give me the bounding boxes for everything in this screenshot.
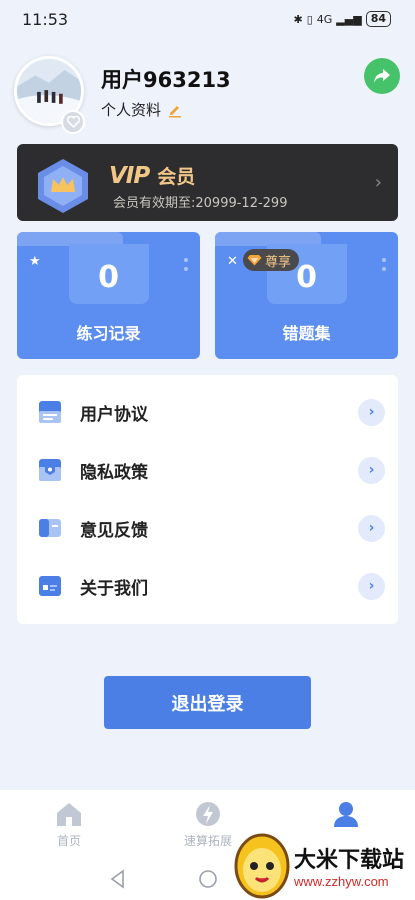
- mascot-logo-icon: [234, 833, 290, 899]
- wrong-label: 错题集: [282, 324, 331, 343]
- shield-icon: [39, 459, 61, 481]
- status-time: 11:53: [22, 10, 69, 29]
- wrong-questions-card[interactable]: ✕ 尊享 0 错题集: [215, 232, 398, 359]
- lightning-icon: [196, 802, 220, 826]
- heart-badge-icon: [61, 110, 85, 134]
- vip-expire-date: 会员有效期至:20999-12-299: [113, 196, 288, 211]
- status-bar: 11:53 ✱ ▯ 4G ▂▄▆ 84: [0, 0, 415, 40]
- wrong-count: 0: [296, 260, 317, 295]
- menu-item-privacy-policy[interactable]: 隐私政策 ›: [17, 441, 398, 499]
- menu-item-label: 用户协议: [80, 404, 148, 425]
- profile-header: 用户963213 个人资料: [14, 56, 400, 134]
- settings-menu: 用户协议 › 隐私政策 › 意见反馈 › 关于我们 ›: [17, 375, 398, 624]
- battery-icon: 84: [365, 11, 391, 27]
- edit-profile-link[interactable]: 个人资料: [101, 99, 183, 120]
- vip-logo: VIP: [109, 162, 150, 189]
- back-icon[interactable]: [108, 868, 128, 890]
- tab-home[interactable]: 首页: [19, 800, 119, 849]
- practice-records-card[interactable]: ★ 0 练习记录: [17, 232, 200, 359]
- chevron-right-icon: ›: [358, 398, 385, 426]
- tab-home-label: 首页: [56, 834, 81, 848]
- signal-icon: ▂▄▆: [336, 12, 362, 26]
- chevron-right-icon: ›: [374, 172, 382, 193]
- vip-title: VIP 会员: [109, 162, 195, 189]
- vip-crown-shield-icon: [38, 159, 88, 213]
- chat-icon: [39, 519, 61, 537]
- dots-icon: [184, 258, 188, 271]
- menu-item-feedback[interactable]: 意见反馈 ›: [17, 499, 398, 557]
- vip-card[interactable]: VIP 会员 会员有效期至:20999-12-299 ›: [17, 144, 398, 221]
- menu-item-user-agreement[interactable]: 用户协议 ›: [17, 383, 398, 441]
- network-label: 4G: [316, 12, 333, 26]
- menu-item-label: 意见反馈: [80, 520, 148, 541]
- watermark-title: 大米下载站: [294, 848, 405, 873]
- watermark: 大米下载站 www.zzhyw.com: [232, 826, 415, 900]
- home-circle-icon[interactable]: [197, 868, 219, 890]
- home-icon: [57, 803, 81, 826]
- profile-link-label: 个人资料: [101, 101, 162, 119]
- vip-name: 会员: [157, 166, 196, 188]
- menu-item-label: 隐私政策: [80, 462, 148, 483]
- menu-item-about-us[interactable]: 关于我们 ›: [17, 557, 398, 615]
- tab-speed-label: 速算拓展: [183, 834, 232, 848]
- practice-label: 练习记录: [76, 324, 141, 343]
- practice-count: 0: [98, 260, 119, 295]
- share-button[interactable]: [364, 58, 400, 94]
- bluetooth-icon: ✱: [293, 12, 303, 26]
- dots-icon: [382, 258, 386, 271]
- watermark-url: www.zzhyw.com: [294, 874, 389, 889]
- username: 用户963213: [101, 68, 231, 92]
- edit-pencil-icon: [169, 105, 182, 117]
- chevron-right-icon: ›: [358, 456, 385, 484]
- chevron-right-icon: ›: [358, 514, 385, 542]
- menu-item-label: 关于我们: [80, 578, 148, 599]
- share-arrow-icon: [374, 69, 390, 83]
- chevron-right-icon: ›: [358, 572, 385, 600]
- vibrate-icon: ▯: [306, 12, 313, 26]
- person-icon: [334, 802, 358, 827]
- info-card-icon: [39, 576, 61, 596]
- status-icons: ✱ ▯ 4G ▂▄▆ 84: [293, 11, 391, 27]
- logout-button[interactable]: 退出登录: [104, 676, 311, 729]
- document-icon: [39, 401, 61, 423]
